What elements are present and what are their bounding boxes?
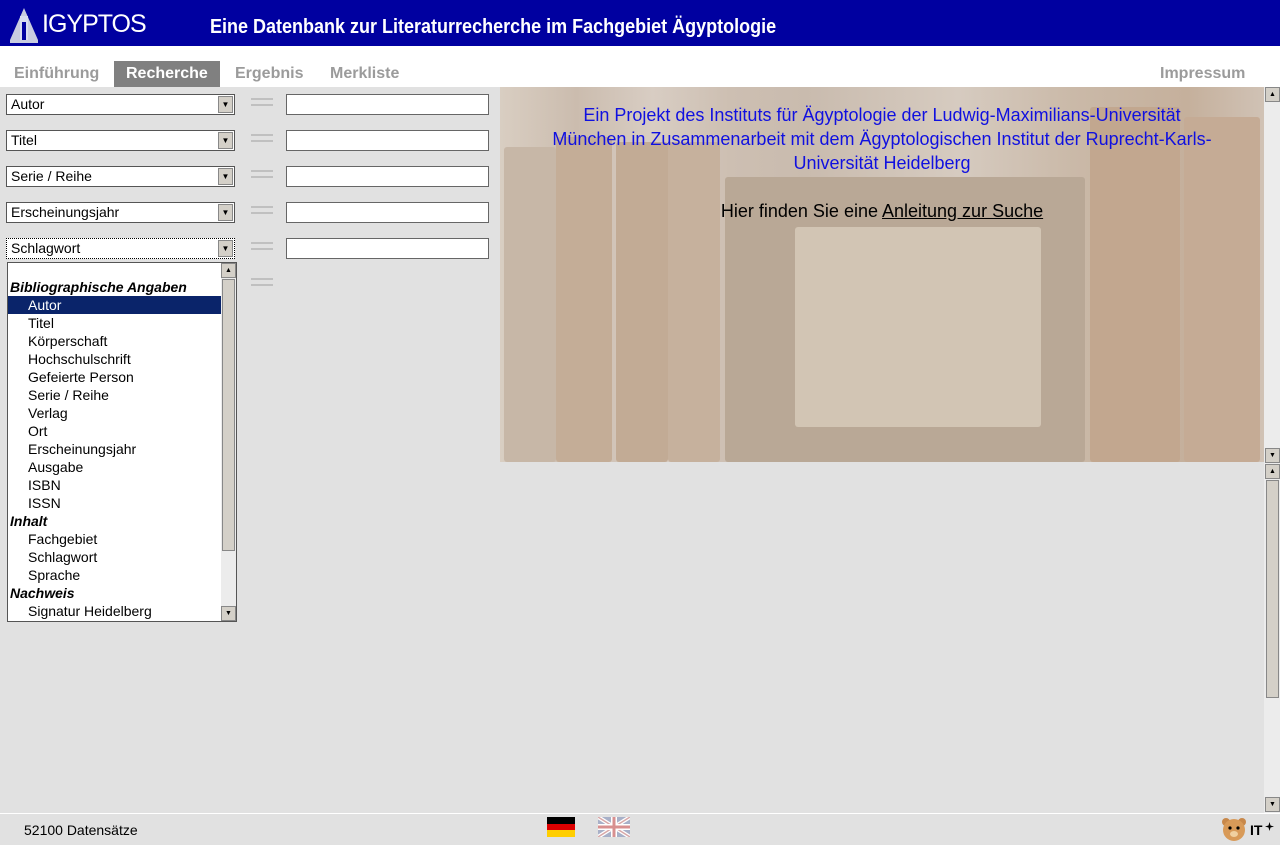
search-help: Hier finden Sie eine Anleitung zur Suche [500, 201, 1264, 222]
search-input[interactable] [286, 166, 489, 187]
list-item[interactable]: Schlagwort [8, 548, 236, 566]
list-item[interactable]: Autor [8, 296, 221, 314]
list-item[interactable]: Ort [8, 422, 236, 440]
bear-mascot-icon [1222, 818, 1246, 841]
it-label: IT [1250, 822, 1263, 838]
impressum-link[interactable]: Impressum [1160, 61, 1245, 87]
scroll-up-icon[interactable]: ▲ [221, 263, 236, 278]
list-item[interactable]: Signatur Heidelberg [8, 602, 236, 620]
chevron-down-icon[interactable]: ▼ [218, 168, 233, 185]
dropdown-scrollbar[interactable]: ▲ ▼ [221, 263, 236, 621]
hero-image: Ein Projekt des Instituts für Ägyptologi… [500, 87, 1264, 462]
field-select[interactable]: Titel ▼ [6, 130, 235, 151]
project-description: Ein Projekt des Instituts für Ägyptologi… [500, 103, 1264, 175]
list-item[interactable]: Erscheinungsjahr [8, 440, 236, 458]
field-select-value: Autor [11, 96, 45, 112]
book-spine [668, 142, 720, 462]
list-item[interactable]: Fachgebiet [8, 530, 236, 548]
scroll-up-icon[interactable]: ▲ [1265, 87, 1280, 102]
project-line: München in Zusammenarbeit mit dem Ägypto… [552, 129, 1212, 149]
main-nav: Einführung Recherche Ergebnis Merkliste … [0, 47, 1280, 87]
equals-icon [251, 206, 273, 216]
list-item[interactable]: Gefeierte Person [8, 368, 236, 386]
chevron-down-icon[interactable]: ▼ [218, 240, 233, 257]
equals-icon [251, 242, 273, 252]
list-item[interactable]: Titel [8, 314, 236, 332]
logo-text: IGYPTOS [42, 10, 147, 38]
scroll-thumb[interactable] [222, 279, 235, 551]
group-header: Nachweis [10, 585, 75, 601]
list-item[interactable]: ISSN [8, 494, 236, 512]
list-item[interactable]: ISBN [8, 476, 236, 494]
field-dropdown-list[interactable]: Bibliographische Angaben Autor Titel Kör… [7, 262, 237, 622]
chevron-down-icon[interactable]: ▼ [218, 96, 233, 113]
tab-einfuehrung[interactable]: Einführung [14, 61, 99, 87]
field-select-value: Serie / Reihe [11, 168, 92, 184]
list-item[interactable]: Serie / Reihe [8, 386, 236, 404]
equals-icon [251, 98, 273, 108]
field-select[interactable]: Erscheinungsjahr ▼ [6, 202, 235, 223]
scroll-thumb[interactable] [1266, 480, 1279, 698]
field-select-open[interactable]: Schlagwort ▼ [6, 238, 235, 259]
list-item[interactable]: Hochschulschrift [8, 350, 236, 368]
project-line: Ein Projekt des Instituts für Ägyptologi… [583, 105, 1181, 125]
chevron-down-icon[interactable]: ▼ [218, 132, 233, 149]
field-select-value: Titel [11, 132, 37, 148]
search-row: Schlagwort ▼ [6, 238, 490, 262]
group-header: Bibliographische Angaben [10, 279, 187, 295]
search-help-text: Hier finden Sie eine [720, 201, 878, 221]
record-count: 52100 Datensätze [24, 822, 138, 838]
app-header: IGYPTOS Eine Datenbank zur Literaturrech… [0, 0, 1280, 47]
search-guide-link[interactable]: Anleitung zur Suche [882, 201, 1043, 221]
tab-merkliste[interactable]: Merkliste [330, 61, 399, 87]
scroll-down-icon[interactable]: ▼ [221, 606, 236, 621]
search-input[interactable] [286, 238, 489, 259]
group-header: Inhalt [10, 513, 48, 529]
scroll-down-icon[interactable]: ▼ [1265, 448, 1280, 463]
book-label [795, 227, 1041, 427]
aegyptos-logo[interactable]: IGYPTOS [8, 2, 147, 44]
status-bar: 52100 Datensätze IT [0, 813, 1280, 845]
tab-ergebnis[interactable]: Ergebnis [235, 61, 303, 87]
list-item[interactable]: Ausgabe [8, 458, 236, 476]
list-item[interactable]: Körperschaft [8, 332, 236, 350]
temple-icon [10, 8, 38, 43]
chevron-down-icon[interactable]: ▼ [218, 204, 233, 221]
scroll-down-icon[interactable]: ▼ [1265, 797, 1280, 812]
equals-icon [251, 278, 273, 288]
search-row: Autor ▼ [6, 94, 490, 118]
equals-icon [251, 134, 273, 144]
search-row: Titel ▼ [6, 130, 490, 154]
page-title: Eine Datenbank zur Literaturrecherche im… [210, 16, 777, 38]
list-item[interactable]: Sprache [8, 566, 236, 584]
field-select-value: Erscheinungsjahr [11, 204, 120, 220]
tab-recherche[interactable]: Recherche [114, 61, 220, 87]
project-line: Universität Heidelberg [793, 153, 971, 173]
book-spine [556, 137, 612, 462]
search-input[interactable] [286, 130, 489, 151]
sparkle-icon [1265, 822, 1274, 831]
page-scrollbar[interactable]: ▲ ▼ ▲ ▼ [1264, 87, 1280, 813]
german-flag-icon[interactable] [547, 817, 575, 837]
search-input[interactable] [286, 202, 489, 223]
search-input[interactable] [286, 94, 489, 115]
book-spine [504, 147, 556, 462]
scroll-up-icon[interactable]: ▲ [1265, 464, 1280, 479]
field-select[interactable]: Serie / Reihe ▼ [6, 166, 235, 187]
book-spine [616, 142, 668, 462]
search-row: Erscheinungsjahr ▼ [6, 202, 490, 226]
field-select-value: Schlagwort [11, 240, 81, 256]
list-item[interactable]: Verlag [8, 404, 236, 422]
field-select[interactable]: Autor ▼ [6, 94, 235, 115]
search-row: Serie / Reihe ▼ [6, 166, 490, 190]
uk-flag-icon[interactable] [598, 817, 630, 837]
equals-icon [251, 170, 273, 180]
